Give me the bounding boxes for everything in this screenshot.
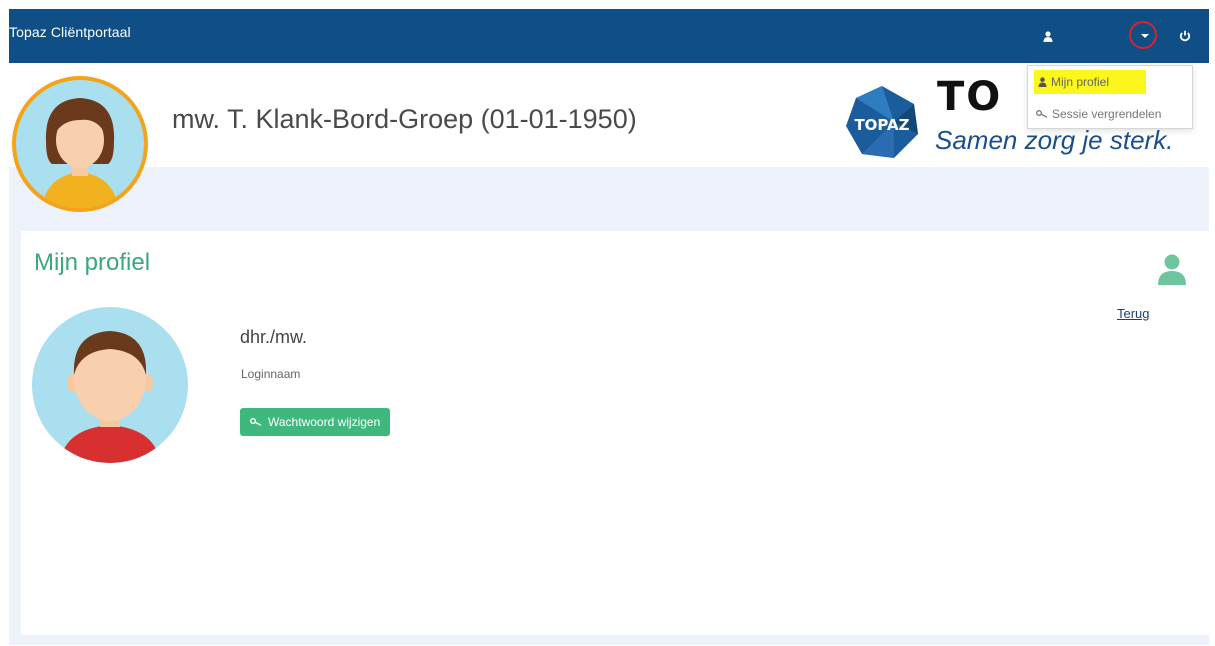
user-dropdown-menu: Mijn profiel Sessie vergrendelen bbox=[1027, 65, 1193, 129]
client-name: mw. T. Klank-Bord-Groep (01-01-1950) bbox=[172, 104, 637, 134]
menu-item-sessie-vergrendelen[interactable]: Sessie vergrendelen bbox=[1036, 102, 1161, 126]
page-title: Mijn profiel bbox=[34, 249, 151, 276]
highlight-circle bbox=[1129, 21, 1157, 49]
key-icon bbox=[250, 418, 262, 426]
logo-text: TO bbox=[937, 74, 1003, 120]
menu-item-label: Mijn profiel bbox=[1051, 75, 1110, 89]
menu-item-label: Sessie vergrendelen bbox=[1052, 107, 1162, 121]
user-icon[interactable] bbox=[1035, 23, 1061, 49]
app-frame: Topaz Cliëntportaal mw. T. Klank-Bord-Gr… bbox=[9, 9, 1209, 645]
power-icon[interactable] bbox=[1172, 23, 1198, 49]
male-avatar-icon bbox=[60, 331, 160, 463]
menu-item-mijn-profiel[interactable]: Mijn profiel bbox=[1034, 70, 1146, 94]
back-link[interactable]: Terug bbox=[1117, 306, 1150, 321]
profile-avatar bbox=[32, 307, 188, 463]
user-icon bbox=[1038, 77, 1047, 87]
client-avatar bbox=[12, 76, 148, 212]
key-icon bbox=[1036, 110, 1048, 118]
topaz-logo-icon: TOPAZ bbox=[842, 82, 922, 167]
top-navbar: Topaz Cliëntportaal bbox=[9, 9, 1209, 63]
profile-user-icon bbox=[1157, 253, 1187, 290]
user-salutation: dhr./mw. bbox=[240, 327, 308, 347]
change-password-button[interactable]: Wachtwoord wijzigen bbox=[240, 408, 391, 436]
button-label: Wachtwoord wijzigen bbox=[268, 415, 381, 429]
login-name-label: Loginnaam bbox=[241, 367, 301, 381]
profile-panel: Mijn profiel Terug dhr./mw. Loginnaam Wa… bbox=[21, 231, 1209, 635]
logo-slogan: Samen zorg je sterk. bbox=[935, 125, 1174, 155]
app-title[interactable]: Topaz Cliëntportaal bbox=[9, 24, 131, 40]
female-avatar-icon bbox=[42, 98, 118, 208]
svg-text:TOPAZ: TOPAZ bbox=[854, 116, 909, 134]
